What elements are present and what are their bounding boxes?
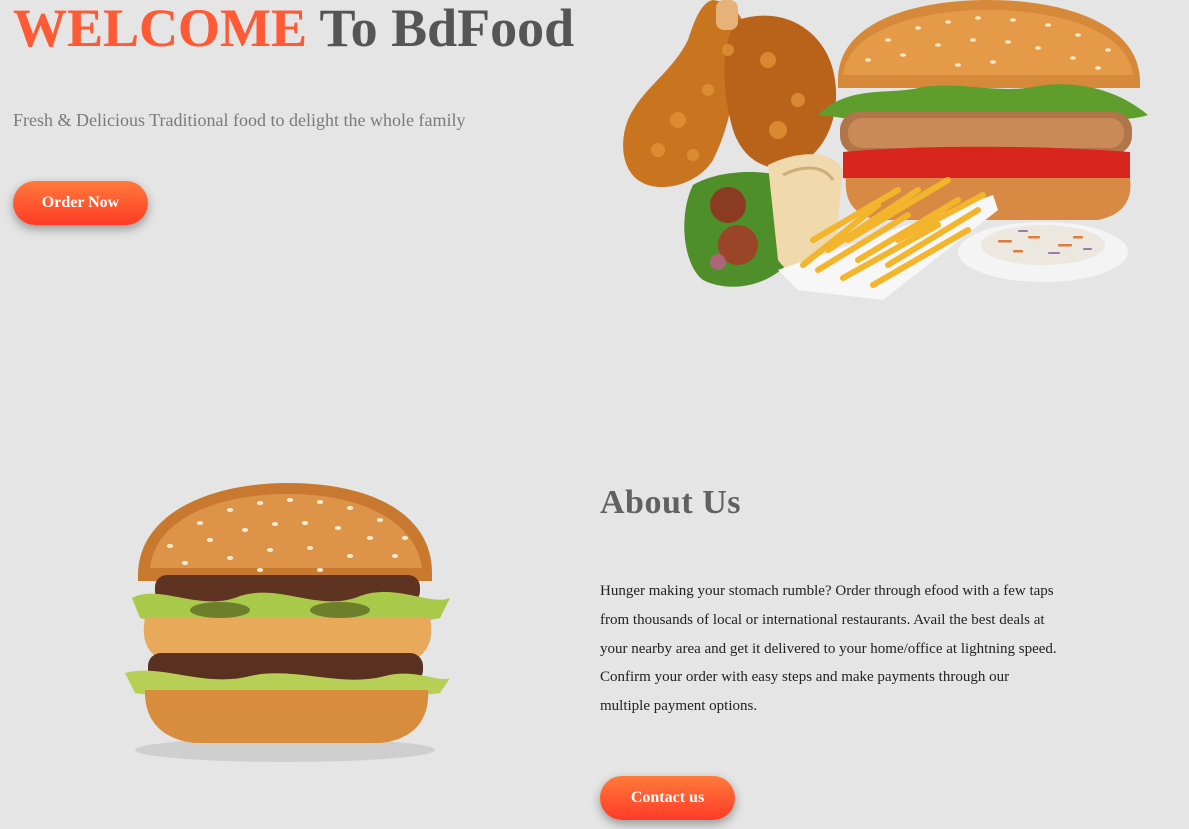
contact-us-button[interactable]: Contact us <box>600 776 735 820</box>
chicken-burger-illustration <box>818 0 1148 220</box>
order-now-button[interactable]: Order Now <box>13 181 148 225</box>
page: WELCOME To BdFood Fresh & Delicious Trad… <box>0 0 1189 829</box>
hero-title: WELCOME To BdFood <box>13 0 574 64</box>
about-description: Hunger making your stomach rumble? Order… <box>600 583 1057 715</box>
food-collage-image <box>623 0 1148 300</box>
coleslaw-illustration <box>958 222 1128 282</box>
hero-subtitle: Fresh & Delicious Traditional food to de… <box>13 110 466 130</box>
hero-title-rest: To BdFood <box>307 0 575 58</box>
hero-title-accent: WELCOME <box>13 0 308 58</box>
about-title: About Us <box>600 484 741 521</box>
big-mac-burger-image <box>125 483 450 762</box>
